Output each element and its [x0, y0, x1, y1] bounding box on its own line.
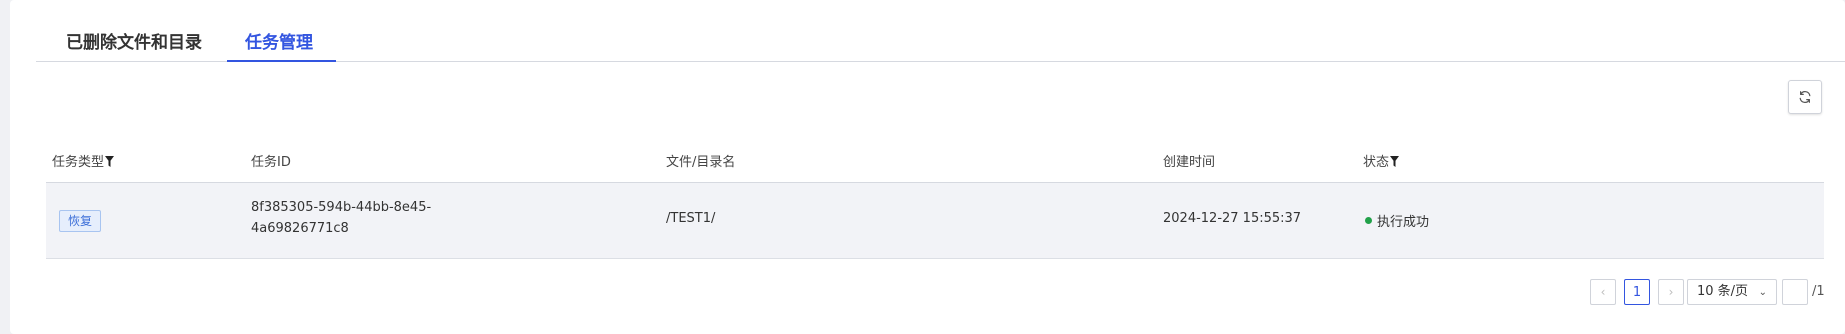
- column-header-task-id: 任务ID: [251, 155, 291, 170]
- tab-bar: 已删除文件和目录 任务管理: [36, 0, 1845, 62]
- column-header-created: 创建时间: [1163, 155, 1216, 170]
- task-id-line-1: 8f385305-594b-44bb-8e45-: [251, 200, 432, 215]
- page-size-value: 10 条/页: [1697, 284, 1749, 299]
- main-card: 已删除文件和目录 任务管理 任务类型 任务ID 文件/目录名 创建时间 状态 恢…: [10, 0, 1845, 334]
- chevron-down-icon: ⌄: [1758, 287, 1767, 298]
- refresh-button[interactable]: [1788, 80, 1822, 114]
- active-tab-indicator: [227, 60, 336, 62]
- task-id-line-2: 4a69826771c8: [251, 221, 349, 236]
- tab-deleted-files[interactable]: 已删除文件和目录: [66, 28, 202, 53]
- created-time: 2024-12-27 15:55:37: [1163, 211, 1302, 226]
- status-success-dot: [1365, 217, 1372, 224]
- page-1-button[interactable]: 1: [1624, 279, 1650, 305]
- column-header-name: 文件/目录名: [666, 155, 736, 170]
- refresh-icon: [1799, 91, 1811, 103]
- filter-icon[interactable]: [105, 156, 115, 167]
- table-header: 任务类型 任务ID 文件/目录名 创建时间 状态: [46, 133, 1824, 183]
- tab-task-management[interactable]: 任务管理: [245, 28, 313, 53]
- next-page-button[interactable]: ›: [1658, 279, 1684, 305]
- column-header-type: 任务类型: [52, 151, 115, 170]
- prev-page-button[interactable]: ‹: [1590, 279, 1616, 305]
- status-text: 执行成功: [1377, 215, 1430, 230]
- total-pages: /1: [1812, 284, 1825, 299]
- task-table: 任务类型 任务ID 文件/目录名 创建时间 状态 恢复 8f385305-594…: [46, 133, 1824, 259]
- page-size-select[interactable]: 10 条/页 ⌄: [1687, 279, 1777, 305]
- page-jump-input[interactable]: [1782, 279, 1808, 305]
- column-header-status: 状态: [1363, 151, 1400, 170]
- file-name: /TEST1/: [666, 211, 716, 226]
- table-row: 恢复 8f385305-594b-44bb-8e45- 4a69826771c8…: [46, 183, 1824, 259]
- filter-icon[interactable]: [1390, 156, 1400, 167]
- task-type-badge: 恢复: [59, 210, 102, 232]
